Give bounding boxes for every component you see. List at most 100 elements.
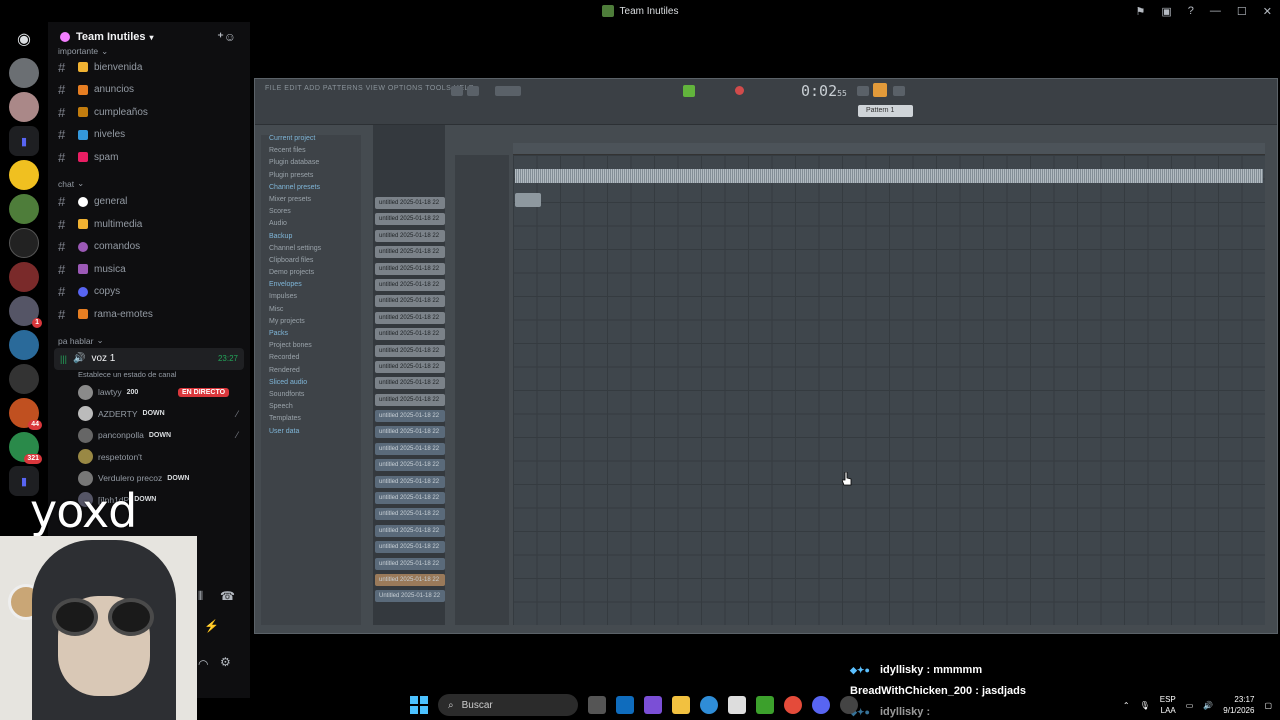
clip-item[interactable]: untitled 2025-01-18 22 [375, 246, 445, 259]
soundboard-icon[interactable]: ⫴ [198, 589, 203, 604]
clip-item[interactable]: untitled 2025-01-18 22 [375, 508, 445, 521]
browser-item[interactable]: Soundfonts [261, 391, 361, 403]
browser-item[interactable]: Misc [261, 306, 361, 318]
disconnect-icon[interactable]: ☎ [220, 589, 235, 603]
browser-item[interactable]: Envelopes [261, 281, 361, 293]
clip-item[interactable]: untitled 2025-01-18 22 [375, 492, 445, 505]
chrome-icon[interactable] [784, 696, 802, 714]
browser-item[interactable]: Sliced audio [261, 379, 361, 391]
browser-item[interactable]: User data [261, 428, 361, 440]
taskbar-search[interactable]: ⌕ Buscar [438, 694, 578, 716]
server-icon[interactable]: 1 [9, 296, 42, 328]
server-icon[interactable] [9, 228, 39, 258]
browser-item[interactable]: Audio [261, 220, 361, 232]
clip-item[interactable]: untitled 2025-01-18 22 [375, 524, 445, 537]
channel-niveles[interactable]: # niveles [48, 124, 250, 147]
browser-item[interactable]: Demo projects [261, 269, 361, 281]
play-button[interactable] [683, 85, 695, 97]
inbox-icon[interactable]: ⚑ [1136, 5, 1146, 18]
network-icon[interactable]: ▭ [1186, 701, 1194, 710]
browser-item[interactable]: Backup [261, 233, 361, 245]
browser-item[interactable]: Plugin presets [261, 172, 361, 184]
headset-icon[interactable]: ◠ [198, 657, 208, 671]
category-chat[interactable]: chat ⌄ [48, 177, 250, 191]
notification-icon[interactable]: ▢ [1264, 701, 1272, 710]
channel-general[interactable]: # general [48, 191, 250, 214]
server-icon[interactable] [9, 364, 39, 394]
browser-item[interactable]: Current project [261, 135, 361, 147]
clip-item[interactable]: untitled 2025-01-18 22 [375, 344, 445, 357]
clip-item[interactable]: untitled 2025-01-18 22 [375, 475, 445, 488]
browser-item[interactable]: Rendered [261, 367, 361, 379]
clip-item[interactable]: untitled 2025-01-18 22 [375, 377, 445, 390]
server-icon[interactable] [9, 92, 39, 122]
voice-channel-voz-1[interactable]: ||| 🔊 voz 1 23:27 [54, 347, 244, 370]
chevron-up-icon[interactable]: ⌃ [1123, 701, 1130, 710]
clip-item[interactable]: untitled 2025-01-18 22 [375, 278, 445, 291]
add-member-icon[interactable]: ⁺☺ [217, 30, 236, 44]
store-icon[interactable] [728, 696, 746, 714]
channel-bienvenida[interactable]: # bienvenida [48, 56, 250, 79]
discord-icon[interactable] [812, 696, 830, 714]
file-explorer-icon[interactable] [672, 696, 690, 714]
clip-item[interactable]: untitled 2025-01-18 22 [375, 197, 445, 209]
threads-icon[interactable]: ▣ [1161, 5, 1171, 18]
clip-item[interactable]: untitled 2025-01-18 22 [375, 541, 445, 554]
guild-header[interactable]: Team Inutiles ▾ ⁺☺ [48, 22, 250, 52]
volume-icon[interactable]: 🔊 [1203, 701, 1213, 710]
browser-item[interactable]: Impulses [261, 293, 361, 305]
browser-item[interactable]: Speech [261, 403, 361, 415]
clip-item[interactable]: untitled 2025-01-18 22 [375, 426, 445, 439]
channel-cumpleanos[interactable]: # cumpleaños [48, 101, 250, 124]
clip-item[interactable]: untitled 2025-01-18 22 [375, 262, 445, 275]
browser-item[interactable]: Project bones [261, 342, 361, 354]
server-icon-active[interactable] [9, 194, 39, 224]
help-icon[interactable]: ? [1188, 5, 1194, 17]
channel-comandos[interactable]: # comandos [48, 236, 250, 259]
edge-icon[interactable] [700, 696, 718, 714]
browser-item[interactable]: Plugin database [261, 159, 361, 171]
audio-clip-waveform[interactable] [515, 169, 1263, 183]
microphone-icon[interactable]: 🎙 [1140, 701, 1150, 710]
browser-item[interactable]: Recorded [261, 354, 361, 366]
category-pa-hablar[interactable]: pa hablar ⌄ [48, 334, 250, 348]
pattern-selector[interactable]: Pattern 1 [858, 105, 913, 117]
channel-copys[interactable]: # copys [48, 281, 250, 304]
voice-user[interactable]: lawtyy 200 EN DIRECTO [48, 382, 250, 404]
clip-item[interactable]: untitled 2025-01-18 22 [375, 328, 445, 341]
clip-item[interactable]: untitled 2025-01-18 22 [375, 442, 445, 455]
gear-icon[interactable]: ⚙ [220, 655, 231, 669]
steam-icon[interactable] [840, 696, 858, 714]
clip-item[interactable]: untitled 2025-01-18 22 [375, 557, 445, 570]
playlist-grid[interactable] [513, 155, 1265, 625]
minimize-button[interactable]: — [1210, 5, 1221, 17]
taskbar-clock[interactable]: 23:17 9/1/2026 [1223, 694, 1254, 716]
voice-channel-status[interactable]: Establece un estado de canal [48, 370, 250, 382]
server-icon[interactable]: 44 [9, 398, 42, 430]
server-icon[interactable] [9, 262, 39, 292]
folder-icon[interactable]: ▮ [9, 126, 39, 156]
outlook-icon[interactable] [616, 696, 634, 714]
windows-start-icon[interactable] [410, 696, 428, 714]
play-button[interactable] [451, 86, 463, 96]
playlist-ruler[interactable] [513, 143, 1265, 155]
stop-button[interactable] [467, 86, 479, 96]
channel-multimedia[interactable]: # multimedia [48, 213, 250, 236]
clip-item[interactable]: untitled 2025-01-18 22 [375, 311, 445, 324]
clip-item[interactable]: untitled 2025-01-18 22 [375, 410, 445, 423]
server-icon[interactable] [9, 160, 39, 190]
loop-button[interactable] [893, 86, 905, 96]
browser-item[interactable]: Templates [261, 415, 361, 427]
language-indicator[interactable]: ESP LAA [1160, 694, 1176, 716]
browser-item[interactable]: Mixer presets [261, 196, 361, 208]
browser-item[interactable]: Channel settings [261, 245, 361, 257]
noise-suppression-icon[interactable]: ⚡ [204, 619, 219, 633]
clip-item[interactable]: untitled 2025-01-18 22 [375, 393, 445, 406]
clip-item[interactable]: untitled 2025-01-18 22 [375, 360, 445, 373]
voice-user[interactable]: AZDERTY DOWN ⁄ [48, 403, 250, 425]
discord-home-icon[interactable]: ◉ [9, 24, 39, 54]
mode-button[interactable] [857, 86, 869, 96]
server-icon[interactable] [9, 330, 39, 360]
close-button[interactable]: ✕ [1263, 5, 1272, 18]
channel-rama-emotes[interactable]: # rama-emotes [48, 303, 250, 326]
